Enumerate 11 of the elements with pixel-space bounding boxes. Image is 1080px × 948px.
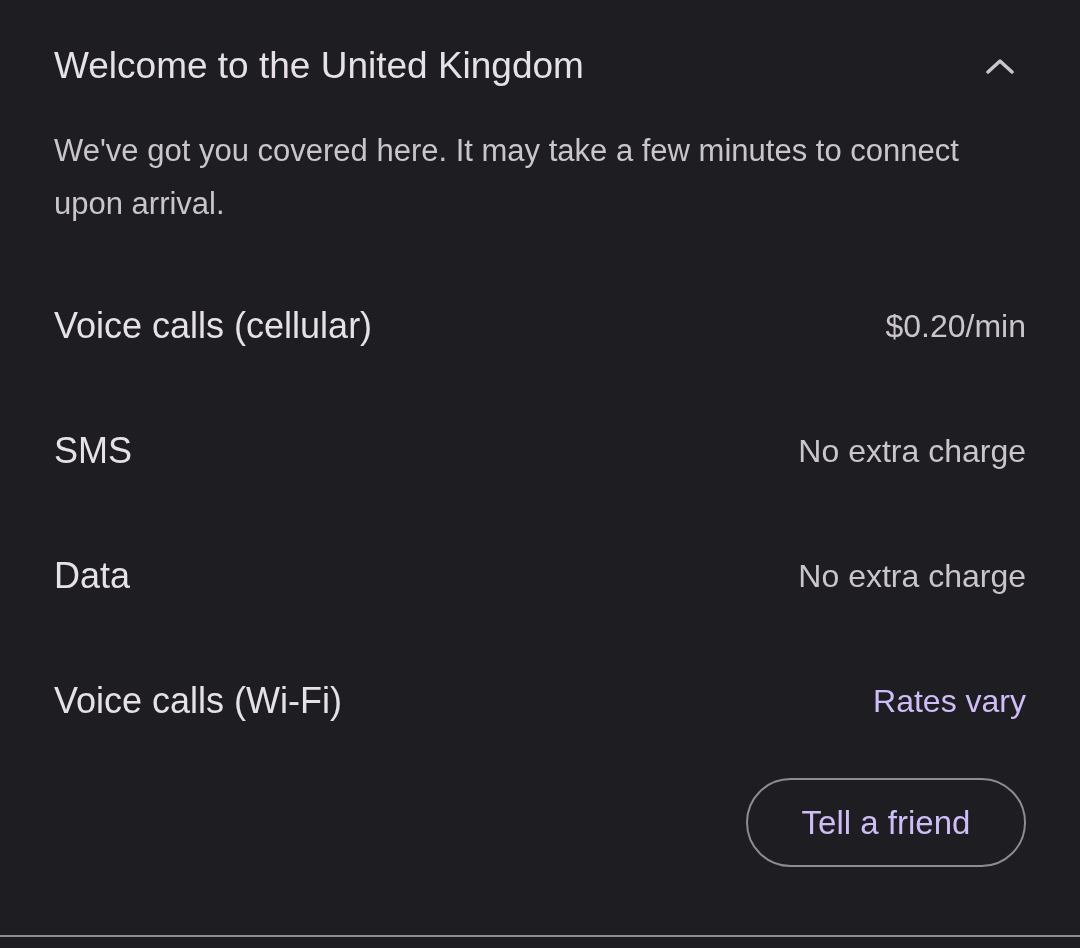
tell-a-friend-button[interactable]: Tell a friend	[746, 778, 1026, 867]
rate-label: Voice calls (Wi-Fi)	[54, 678, 343, 723]
rate-label: SMS	[54, 428, 132, 473]
rate-value: $0.20/min	[885, 306, 1026, 346]
rate-label: Voice calls (cellular)	[54, 303, 373, 348]
rate-value: No extra charge	[798, 431, 1026, 471]
rate-value: No extra charge	[798, 556, 1026, 596]
rates-link[interactable]: Rates vary	[873, 676, 1026, 725]
section-title: Welcome to the United Kingdom	[54, 44, 584, 88]
section-description: We've got you covered here. It may take a few minutes to connect upon arrival.	[54, 132, 960, 223]
rate-label: Data	[54, 553, 131, 598]
